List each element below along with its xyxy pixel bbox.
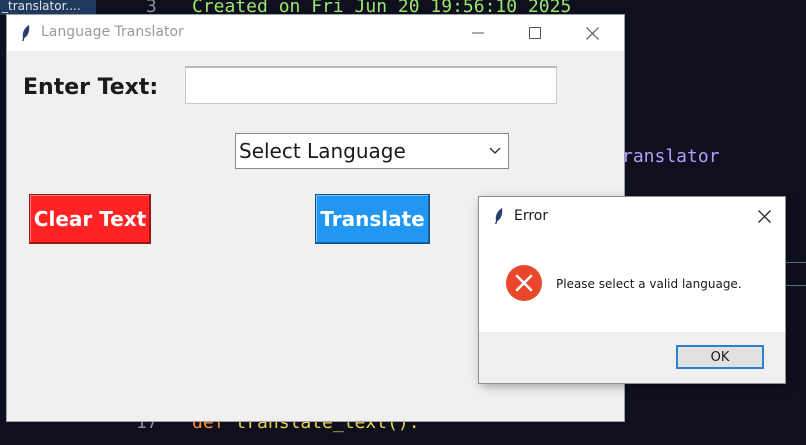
- ok-button[interactable]: OK: [676, 345, 764, 369]
- language-select-value: Select Language: [239, 139, 406, 163]
- editor-minimap-box: [784, 262, 806, 286]
- close-button[interactable]: [569, 15, 615, 51]
- maximize-icon: [529, 27, 541, 39]
- text-input[interactable]: [185, 66, 557, 104]
- window-titlebar[interactable]: Language Translator: [7, 15, 624, 51]
- error-message: Please select a valid language.: [556, 277, 742, 291]
- close-icon: [585, 26, 599, 40]
- editor-file-tab[interactable]: _translator....: [0, 0, 96, 15]
- feather-icon: [495, 208, 503, 224]
- dialog-title: Error: [514, 208, 549, 224]
- dialog-close-button[interactable]: [743, 197, 785, 235]
- language-select[interactable]: Select Language: [235, 133, 509, 169]
- error-icon: [506, 265, 542, 301]
- feather-icon: [22, 25, 30, 41]
- code-line: ranslator: [622, 146, 720, 167]
- dialog-footer: OK: [479, 332, 785, 383]
- chevron-down-icon: [489, 147, 501, 154]
- enter-text-label: Enter Text:: [23, 75, 159, 100]
- translate-button[interactable]: Translate: [315, 194, 430, 244]
- clear-text-button[interactable]: Clear Text: [29, 194, 151, 244]
- error-dialog: Error Please select a valid language. OK: [479, 197, 785, 383]
- close-icon: [757, 209, 771, 223]
- maximize-button[interactable]: [512, 15, 558, 51]
- minimize-icon: [472, 32, 484, 34]
- minimize-button[interactable]: [455, 15, 501, 51]
- window-title: Language Translator: [41, 24, 184, 40]
